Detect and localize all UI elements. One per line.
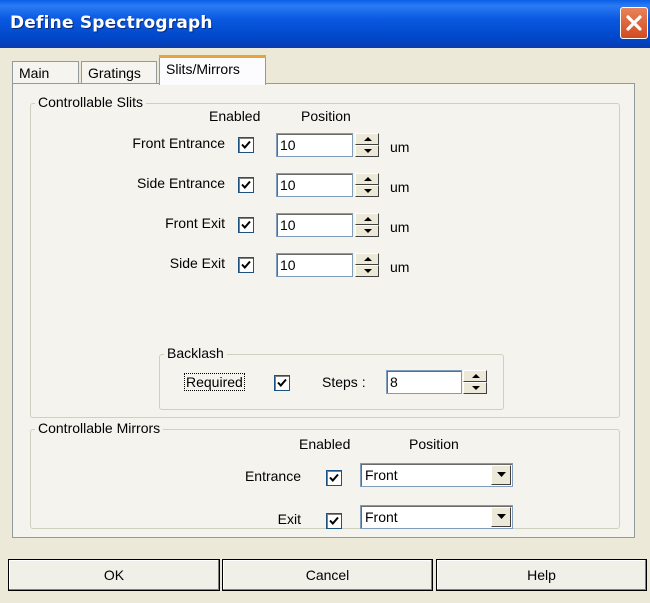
side-exit-enabled-checkbox[interactable]	[238, 257, 254, 273]
window-title: Define Spectrograph	[10, 13, 213, 33]
dropdown-arrow-button[interactable]	[491, 507, 511, 527]
backlash-steps-label: Steps :	[322, 374, 366, 390]
spin-up-icon	[364, 137, 372, 141]
checkmark-icon	[241, 140, 251, 149]
spin-down-icon	[364, 149, 372, 153]
entrance-mirror-label: Entrance	[244, 468, 301, 484]
tab-panel-slits-mirrors: Controllable Slits Enabled Position Fron…	[12, 83, 635, 538]
exit-mirror-enabled-checkbox[interactable]	[326, 513, 342, 529]
front-exit-label: Front Exit	[165, 215, 225, 231]
slits-position-header: Position	[301, 108, 351, 124]
side-entrance-spinner[interactable]	[355, 173, 379, 197]
front-entrance-enabled-checkbox[interactable]	[238, 137, 254, 153]
side-entrance-enabled-checkbox[interactable]	[238, 177, 254, 193]
side-entrance-label: Side Entrance	[137, 175, 225, 191]
entrance-mirror-position-select[interactable]: Front	[360, 463, 513, 487]
help-button[interactable]: Help	[436, 559, 647, 591]
spin-down-button[interactable]	[355, 225, 379, 237]
spin-down-icon	[472, 386, 480, 390]
checkmark-icon	[241, 260, 251, 269]
define-spectrograph-dialog: Define Spectrograph Main Gratings Slits/…	[0, 0, 650, 603]
backlash-required-checkbox[interactable]	[274, 375, 290, 391]
front-entrance-unit: um	[390, 139, 410, 155]
slits-enabled-header: Enabled	[209, 108, 261, 124]
spin-up-button[interactable]	[355, 173, 379, 185]
checkmark-icon	[241, 220, 251, 229]
front-exit-unit: um	[390, 219, 410, 235]
front-entrance-spinner[interactable]	[355, 133, 379, 157]
backlash-label: Backlash	[164, 345, 227, 361]
mirrors-position-header: Position	[409, 436, 459, 452]
checkmark-icon	[241, 180, 251, 189]
front-entrance-label: Front Entrance	[132, 135, 225, 151]
checkmark-icon	[277, 378, 287, 387]
front-exit-spinner[interactable]	[355, 213, 379, 237]
dropdown-arrow-icon	[497, 472, 506, 477]
spin-up-icon	[472, 374, 480, 378]
mirrors-enabled-header: Enabled	[299, 436, 351, 452]
spin-up-button[interactable]	[355, 253, 379, 265]
side-exit-spinner[interactable]	[355, 253, 379, 277]
dropdown-arrow-icon	[497, 514, 506, 519]
entrance-mirror-position-value: Front	[365, 467, 398, 483]
spin-up-button[interactable]	[355, 133, 379, 145]
tab-main[interactable]: Main	[12, 61, 79, 83]
controllable-slits-label: Controllable Slits	[35, 94, 147, 110]
spin-down-button[interactable]	[355, 145, 379, 157]
spin-up-button[interactable]	[463, 370, 487, 382]
spin-down-icon	[364, 229, 372, 233]
spin-up-button[interactable]	[355, 213, 379, 225]
dropdown-arrow-button[interactable]	[491, 465, 511, 485]
front-entrance-position-input[interactable]: 10	[276, 133, 353, 157]
exit-mirror-label: Exit	[277, 511, 301, 527]
spin-up-icon	[364, 257, 372, 261]
cancel-button[interactable]: Cancel	[222, 559, 433, 591]
side-exit-position-input[interactable]: 10	[276, 253, 353, 277]
spin-down-button[interactable]	[355, 265, 379, 277]
ok-button[interactable]: OK	[8, 559, 220, 591]
spin-down-icon	[364, 269, 372, 273]
side-entrance-unit: um	[390, 179, 410, 195]
side-entrance-position-input[interactable]: 10	[276, 173, 353, 197]
spin-down-icon	[364, 189, 372, 193]
tab-gratings[interactable]: Gratings	[81, 61, 157, 83]
exit-mirror-position-select[interactable]: Front	[360, 505, 513, 529]
backlash-required-label: Required	[184, 373, 245, 391]
checkmark-icon	[329, 516, 339, 525]
front-exit-enabled-checkbox[interactable]	[238, 217, 254, 233]
controllable-mirrors-label: Controllable Mirrors	[35, 420, 164, 436]
checkmark-icon	[329, 473, 339, 482]
backlash-steps-input[interactable]: 8	[386, 370, 462, 394]
backlash-steps-spinner[interactable]	[463, 370, 487, 394]
spin-down-button[interactable]	[463, 382, 487, 394]
side-exit-label: Side Exit	[169, 255, 225, 271]
spin-down-button[interactable]	[355, 185, 379, 197]
side-exit-unit: um	[390, 259, 410, 275]
title-bar[interactable]: Define Spectrograph	[0, 0, 650, 48]
close-icon	[626, 15, 642, 31]
tab-slits-mirrors[interactable]: Slits/Mirrors	[159, 55, 266, 85]
spin-up-icon	[364, 217, 372, 221]
spin-up-icon	[364, 177, 372, 181]
close-button[interactable]	[620, 7, 648, 39]
entrance-mirror-enabled-checkbox[interactable]	[326, 470, 342, 486]
exit-mirror-position-value: Front	[365, 509, 398, 525]
front-exit-position-input[interactable]: 10	[276, 213, 353, 237]
